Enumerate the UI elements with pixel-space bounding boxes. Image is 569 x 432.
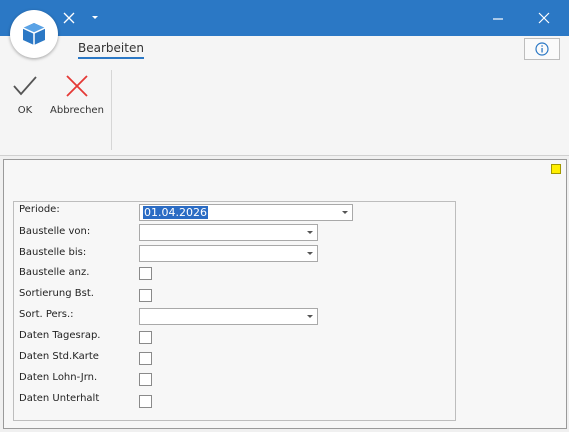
ribbon: OK Abbrechen (0, 66, 569, 156)
baustelle-anz-checkbox[interactable] (139, 267, 152, 280)
baustelle-von-combo[interactable] (139, 224, 318, 241)
chevron-down-icon (342, 211, 348, 214)
app-logo[interactable] (10, 10, 58, 58)
periode-value: 01.04.2026 (143, 206, 208, 219)
daten-lohn-jrn-label: Daten Lohn-Jrn. (19, 372, 98, 383)
ribbon-separator (111, 70, 112, 150)
periode-label: Periode: (19, 204, 60, 215)
sort-pers-label: Sort. Pers.: (19, 309, 74, 320)
daten-lohn-jrn-checkbox[interactable] (139, 373, 152, 386)
chevron-down-icon (307, 252, 313, 255)
check-icon (13, 76, 37, 96)
ok-label: OK (17, 105, 33, 116)
sortierung-bst-checkbox[interactable] (139, 289, 152, 302)
minimize-icon (493, 18, 503, 20)
minimize-button[interactable] (480, 0, 516, 36)
periode-combo[interactable]: 01.04.2026 (139, 204, 353, 221)
form-group: Periode: 01.04.2026 Baustelle von: Baust… (13, 201, 456, 421)
cancel-x-icon (66, 75, 88, 97)
chevron-down-icon (307, 315, 313, 318)
baustelle-bis-label: Baustelle bis: (19, 247, 87, 258)
baustelle-anz-label: Baustelle anz. (19, 267, 90, 278)
qat-dropdown-button[interactable] (86, 0, 104, 36)
status-marker (551, 164, 561, 174)
ok-button[interactable]: OK (12, 74, 38, 116)
close-button[interactable] (526, 0, 562, 36)
cancel-label: Abbrechen (50, 105, 104, 116)
cube-icon (22, 23, 46, 45)
content-panel: Periode: 01.04.2026 Baustelle von: Baust… (3, 159, 567, 429)
daten-unterhalt-checkbox[interactable] (139, 395, 152, 408)
daten-tagesrap-checkbox[interactable] (139, 331, 152, 344)
info-icon (535, 42, 549, 56)
close-x-icon (63, 12, 75, 24)
daten-std-karte-checkbox[interactable] (139, 352, 152, 365)
title-bar (0, 0, 569, 36)
baustelle-bis-combo[interactable] (139, 245, 318, 262)
ribbon-tab-bar: Bearbeiten (0, 36, 569, 66)
baustelle-von-label: Baustelle von: (19, 226, 91, 237)
daten-std-karte-label: Daten Std.Karte (19, 351, 99, 362)
chevron-down-icon (307, 231, 313, 234)
qat-close-button[interactable] (58, 0, 80, 36)
close-icon (538, 12, 550, 24)
sortierung-bst-label: Sortierung Bst. (19, 288, 94, 299)
tab-bearbeiten[interactable]: Bearbeiten (78, 41, 144, 59)
info-button[interactable] (524, 38, 560, 60)
sort-pers-combo[interactable] (139, 308, 318, 325)
daten-unterhalt-label: Daten Unterhalt (19, 393, 100, 404)
daten-tagesrap-label: Daten Tagesrap. (19, 330, 101, 341)
dropdown-arrow-icon (92, 16, 98, 19)
cancel-button[interactable]: Abbrechen (50, 74, 104, 116)
